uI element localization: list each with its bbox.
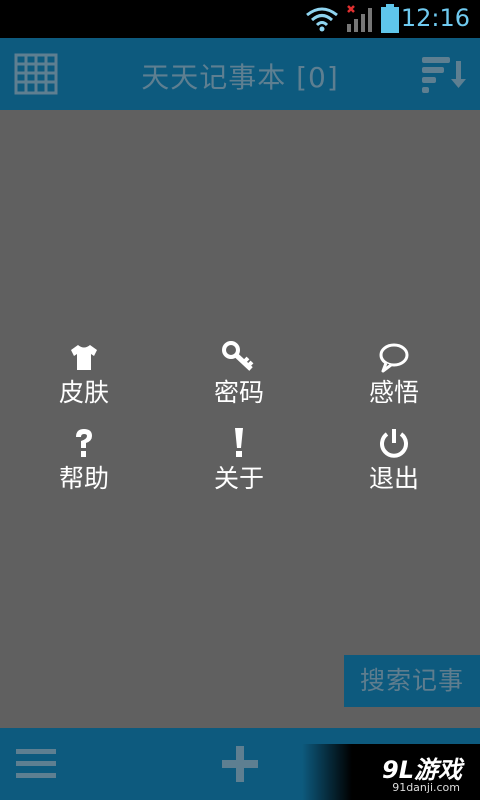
menu-item-thoughts[interactable]: 感悟 [334, 340, 454, 408]
search-notes-button[interactable]: 搜索记事 [344, 655, 480, 707]
add-note-button[interactable] [220, 744, 260, 784]
sort-button[interactable] [420, 55, 470, 95]
menu-item-about[interactable]: 关于 [179, 426, 299, 494]
status-bar: 12:16 [0, 0, 480, 38]
tshirt-icon [71, 345, 97, 370]
watermark-text: 9L游戏 [382, 756, 462, 784]
hamburger-icon [16, 749, 56, 778]
popup-menu: 皮肤 密码 感悟 帮助 关于 退出 [0, 340, 480, 500]
status-time: 12:16 [400, 4, 470, 32]
watermark-logo: 9L游戏 91danji.com [302, 744, 480, 800]
key-icon [222, 341, 254, 371]
plus-icon [222, 746, 258, 782]
menu-item-help[interactable]: 帮助 [24, 426, 144, 494]
menu-item-label: 感悟 [368, 378, 419, 407]
wifi-icon [306, 7, 338, 32]
menu-button[interactable] [14, 746, 58, 782]
speech-bubble-icon [379, 343, 409, 373]
menu-item-skin[interactable]: 皮肤 [24, 340, 144, 408]
menu-item-exit[interactable]: 退出 [334, 426, 454, 494]
menu-item-label: 皮肤 [58, 378, 109, 407]
sort-icon [422, 57, 466, 93]
power-icon [380, 429, 408, 458]
signal-icon [347, 5, 372, 32]
bottom-bar: 9L游戏 91danji.com [0, 728, 480, 800]
menu-item-password[interactable]: 密码 [179, 340, 299, 408]
app-header: 天天记事本 [0] [0, 38, 480, 110]
menu-item-label: 帮助 [58, 464, 109, 493]
question-icon [76, 429, 92, 457]
menu-item-label: 退出 [368, 464, 419, 493]
menu-item-label: 密码 [213, 378, 264, 407]
exclamation-icon [235, 428, 243, 457]
page-title: 天天记事本 [0] [141, 61, 339, 94]
watermark-url: 91danji.com [392, 781, 460, 794]
battery-icon [381, 4, 399, 33]
menu-item-label: 关于 [213, 464, 264, 493]
